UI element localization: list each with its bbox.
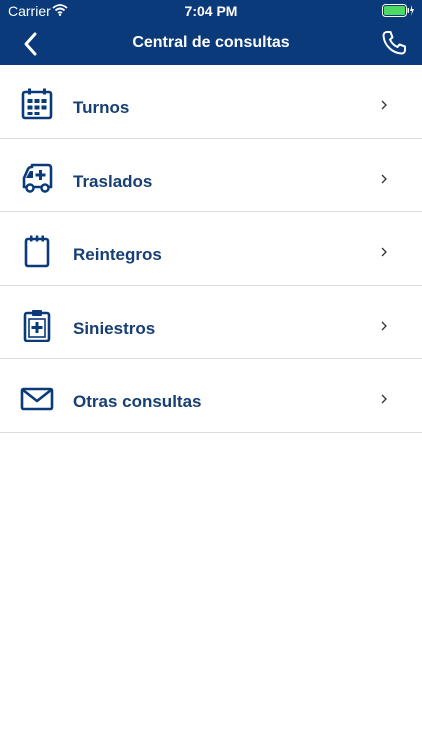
- phone-icon: [382, 31, 406, 55]
- menu-item-label: Otras consultas: [73, 392, 202, 411]
- menu-item-label: Reintegros: [73, 245, 162, 264]
- envelope-icon: [20, 387, 54, 411]
- chevron-right-icon: [381, 174, 387, 183]
- chevron-right-icon: [381, 100, 387, 110]
- battery-icon: [382, 4, 414, 22]
- call-button[interactable]: [380, 29, 408, 57]
- menu-item-label: Siniestros: [73, 318, 156, 338]
- menu-item-traslados[interactable]: Traslados: [0, 139, 422, 212]
- menu-item-label: Turnos: [73, 98, 130, 117]
- menu-item-siniestros[interactable]: Siniestros: [0, 286, 422, 359]
- notepad-icon: [24, 235, 50, 268]
- menu-item-otras-consultas[interactable]: Otras consultas: [0, 359, 422, 433]
- menu-item-turnos[interactable]: Turnos: [0, 65, 422, 139]
- chevron-right-icon: [381, 321, 387, 330]
- ambulance-icon: [22, 163, 53, 193]
- status-bar: Carrier 7:04 PM: [0, 0, 422, 22]
- medical-clipboard-icon: [23, 309, 51, 342]
- menu-item-label: Traslados: [73, 171, 153, 191]
- page-title: Central de consultas: [132, 34, 290, 51]
- calendar-icon: [21, 88, 53, 120]
- menu-item-reintegros[interactable]: Reintegros: [0, 212, 422, 286]
- navigation-bar: Central de consultas: [0, 22, 422, 65]
- chevron-right-icon: [381, 394, 387, 404]
- chevron-right-icon: [381, 247, 387, 257]
- app-header: Carrier 7:04 PM Central de consultas: [0, 0, 422, 65]
- consultas-menu: Turnos Traslados Reintegros Siniestros O…: [0, 65, 422, 433]
- status-time: 7:04 PM: [184, 3, 238, 19]
